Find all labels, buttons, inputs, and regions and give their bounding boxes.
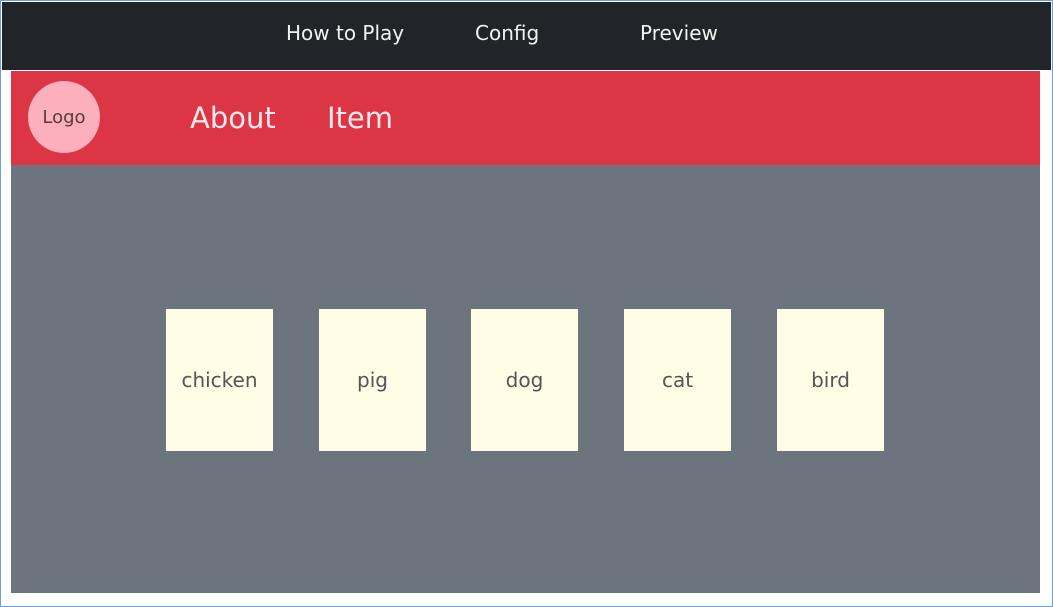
top-navbar: How to Play Config Preview bbox=[2, 2, 1051, 70]
config-link[interactable]: Config bbox=[475, 20, 539, 46]
card-label: bird bbox=[811, 368, 850, 392]
card-label: dog bbox=[505, 368, 544, 392]
card-cat[interactable]: cat bbox=[624, 309, 731, 451]
app-frame: How to Play Config Preview Logo About It… bbox=[0, 0, 1053, 607]
card-label: pig bbox=[357, 368, 388, 392]
nav-about[interactable]: About bbox=[190, 100, 276, 136]
card-dog[interactable]: dog bbox=[471, 309, 578, 451]
how-to-play-link[interactable]: How to Play bbox=[286, 20, 404, 46]
preview-stage: Logo About Item chicken pig dog cat bird bbox=[11, 71, 1040, 593]
game-header: Logo About Item bbox=[11, 71, 1040, 165]
card-chicken[interactable]: chicken bbox=[166, 309, 273, 451]
nav-item[interactable]: Item bbox=[327, 100, 393, 136]
card-pig[interactable]: pig bbox=[319, 309, 426, 451]
preview-link[interactable]: Preview bbox=[640, 20, 718, 46]
logo[interactable]: Logo bbox=[28, 81, 100, 153]
logo-label: Logo bbox=[42, 106, 86, 128]
card-label: chicken bbox=[181, 368, 258, 392]
card-label: cat bbox=[661, 368, 694, 392]
card-bird[interactable]: bird bbox=[777, 309, 884, 451]
